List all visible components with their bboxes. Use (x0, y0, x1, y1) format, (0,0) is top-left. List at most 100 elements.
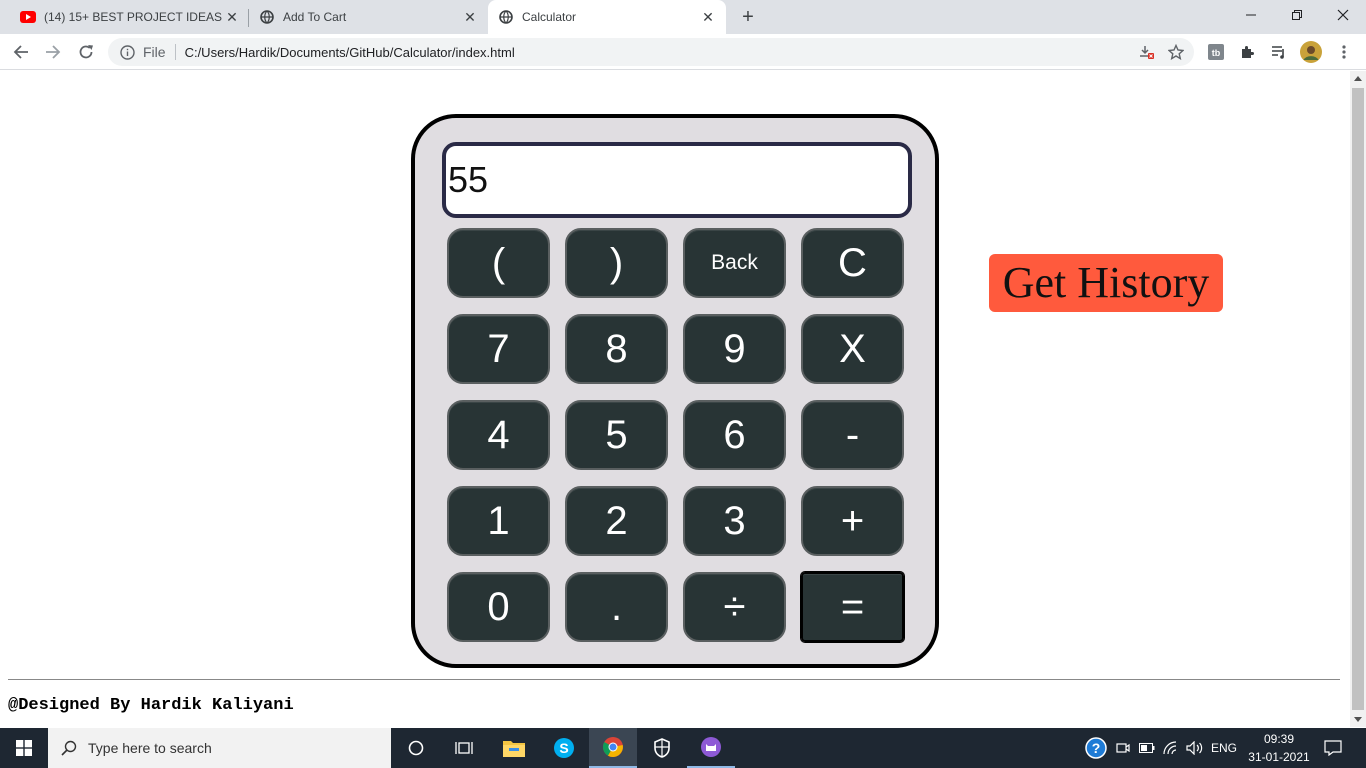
taskbar-search[interactable]: Type here to search (48, 728, 391, 768)
key-5[interactable]: 5 (565, 400, 668, 470)
tab-calculator[interactable]: Calculator ✕ (488, 0, 726, 34)
minimize-button[interactable] (1228, 0, 1274, 30)
task-view-icon (455, 742, 473, 754)
key-4[interactable]: 4 (447, 400, 550, 470)
key-7[interactable]: 7 (447, 314, 550, 384)
key-clear[interactable]: C (801, 228, 904, 298)
tab-title: Add To Cart (283, 10, 347, 24)
reload-icon (79, 45, 93, 59)
file-explorer-button[interactable] (490, 728, 538, 768)
taskbar: Type here to search S ? ENG 09:39 31-01-… (0, 728, 1366, 768)
tab-title: (14) 15+ BEST PROJECT IDEAS TO (44, 10, 224, 24)
close-icon[interactable]: ✕ (700, 9, 716, 25)
info-icon[interactable] (119, 44, 135, 60)
puzzle-icon[interactable] (1237, 41, 1259, 63)
footer-credit: @Designed By Hardik Kaliyani (8, 696, 294, 715)
key-open-paren[interactable]: ( (447, 228, 550, 298)
page-scrollbar[interactable] (1350, 71, 1366, 727)
key-2[interactable]: 2 (565, 486, 668, 556)
calculator: 55 ( ) Back C 7 8 9 X 4 5 6 - 1 2 3 + 0 … (411, 114, 939, 668)
windows-icon (16, 740, 32, 756)
key-9[interactable]: 9 (683, 314, 786, 384)
search-placeholder: Type here to search (88, 740, 212, 756)
key-equals[interactable]: = (800, 571, 905, 643)
page-content: 55 ( ) Back C 7 8 9 X 4 5 6 - 1 2 3 + 0 … (0, 71, 1350, 727)
extension-tb-icon[interactable]: tb (1205, 41, 1227, 63)
skype-icon: S (554, 738, 574, 758)
svg-text:S: S (559, 740, 568, 756)
svg-text:tb: tb (1212, 48, 1221, 58)
tab-add-to-cart[interactable]: Add To Cart ✕ (250, 0, 486, 34)
blocked-download-icon[interactable] (1136, 41, 1158, 63)
volume-icon[interactable] (1184, 728, 1206, 768)
meet-now-icon[interactable] (1114, 728, 1132, 768)
browser-toolbar: File C:/Users/Hardik/Documents/GitHub/Ca… (0, 34, 1366, 70)
tab-bar: (14) 15+ BEST PROJECT IDEAS TO ✕ Add To … (0, 0, 1366, 34)
chrome-button[interactable] (589, 728, 637, 768)
close-icon[interactable]: ✕ (224, 9, 240, 25)
globe-icon (259, 9, 275, 25)
tab-title: Calculator (522, 10, 577, 24)
cortana-button[interactable] (392, 728, 440, 768)
key-decimal[interactable]: . (565, 572, 668, 642)
scroll-down-icon[interactable] (1354, 717, 1362, 722)
clock-date: 31-01-2021 (1248, 750, 1310, 764)
security-button[interactable] (638, 728, 686, 768)
chrome-icon (602, 737, 623, 757)
key-8[interactable]: 8 (565, 314, 668, 384)
key-plus[interactable]: + (801, 486, 904, 556)
task-view-button[interactable] (440, 728, 488, 768)
key-1[interactable]: 1 (447, 486, 550, 556)
key-label: = (840, 584, 865, 629)
forward-button[interactable] (41, 40, 65, 64)
key-back[interactable]: Back (683, 228, 786, 298)
close-icon[interactable]: ✕ (462, 9, 478, 25)
language-indicator[interactable]: ENG (1208, 728, 1240, 768)
notifications-icon[interactable] (1320, 728, 1346, 768)
skype-button[interactable]: S (540, 728, 588, 768)
key-3[interactable]: 3 (683, 486, 786, 556)
help-icon[interactable]: ? (1084, 728, 1108, 768)
key-minus[interactable]: - (801, 400, 904, 470)
key-close-paren[interactable]: ) (565, 228, 668, 298)
divider (174, 44, 176, 60)
new-tab-button[interactable]: + (738, 7, 758, 27)
address-bar[interactable]: File C:/Users/Hardik/Documents/GitHub/Ca… (108, 38, 1194, 66)
minimize-icon (1246, 14, 1256, 16)
key-divide[interactable]: ÷ (683, 572, 786, 642)
start-button[interactable] (0, 728, 48, 768)
calculator-display[interactable]: 55 (442, 142, 912, 218)
youtube-icon (20, 9, 36, 25)
globe-icon (498, 9, 514, 25)
menu-icon[interactable] (1333, 41, 1355, 63)
footer-divider (8, 679, 1340, 680)
back-button[interactable] (9, 40, 33, 64)
wifi-icon[interactable] (1161, 728, 1181, 768)
restore-icon (1292, 10, 1302, 20)
get-history-button[interactable]: Get History (989, 254, 1223, 312)
scroll-up-icon[interactable] (1354, 76, 1362, 81)
tab-youtube[interactable]: (14) 15+ BEST PROJECT IDEAS TO ✕ (12, 0, 246, 34)
clock-time: 09:39 (1263, 732, 1295, 746)
avatar[interactable] (1300, 41, 1322, 63)
key-multiply[interactable]: X (801, 314, 904, 384)
restore-button[interactable] (1274, 0, 1320, 30)
url-scheme: File (143, 44, 166, 60)
svg-text:?: ? (1092, 740, 1101, 756)
key-0[interactable]: 0 (447, 572, 550, 642)
key-6[interactable]: 6 (683, 400, 786, 470)
close-icon (1337, 9, 1349, 21)
close-window-button[interactable] (1320, 0, 1366, 30)
tab-separator (248, 9, 249, 27)
arrow-right-icon (46, 45, 61, 59)
reload-button[interactable] (74, 40, 98, 64)
clock[interactable]: 09:39 31-01-2021 (1244, 730, 1314, 766)
github-desktop-button[interactable] (687, 728, 735, 768)
url-text[interactable]: C:/Users/Hardik/Documents/GitHub/Calcula… (185, 45, 1136, 60)
scrollbar-thumb[interactable] (1352, 88, 1364, 710)
arrow-left-icon (13, 45, 28, 59)
star-icon[interactable] (1165, 41, 1187, 63)
media-queue-icon[interactable] (1268, 41, 1290, 63)
cortana-icon (408, 740, 424, 756)
battery-icon[interactable] (1137, 728, 1157, 768)
